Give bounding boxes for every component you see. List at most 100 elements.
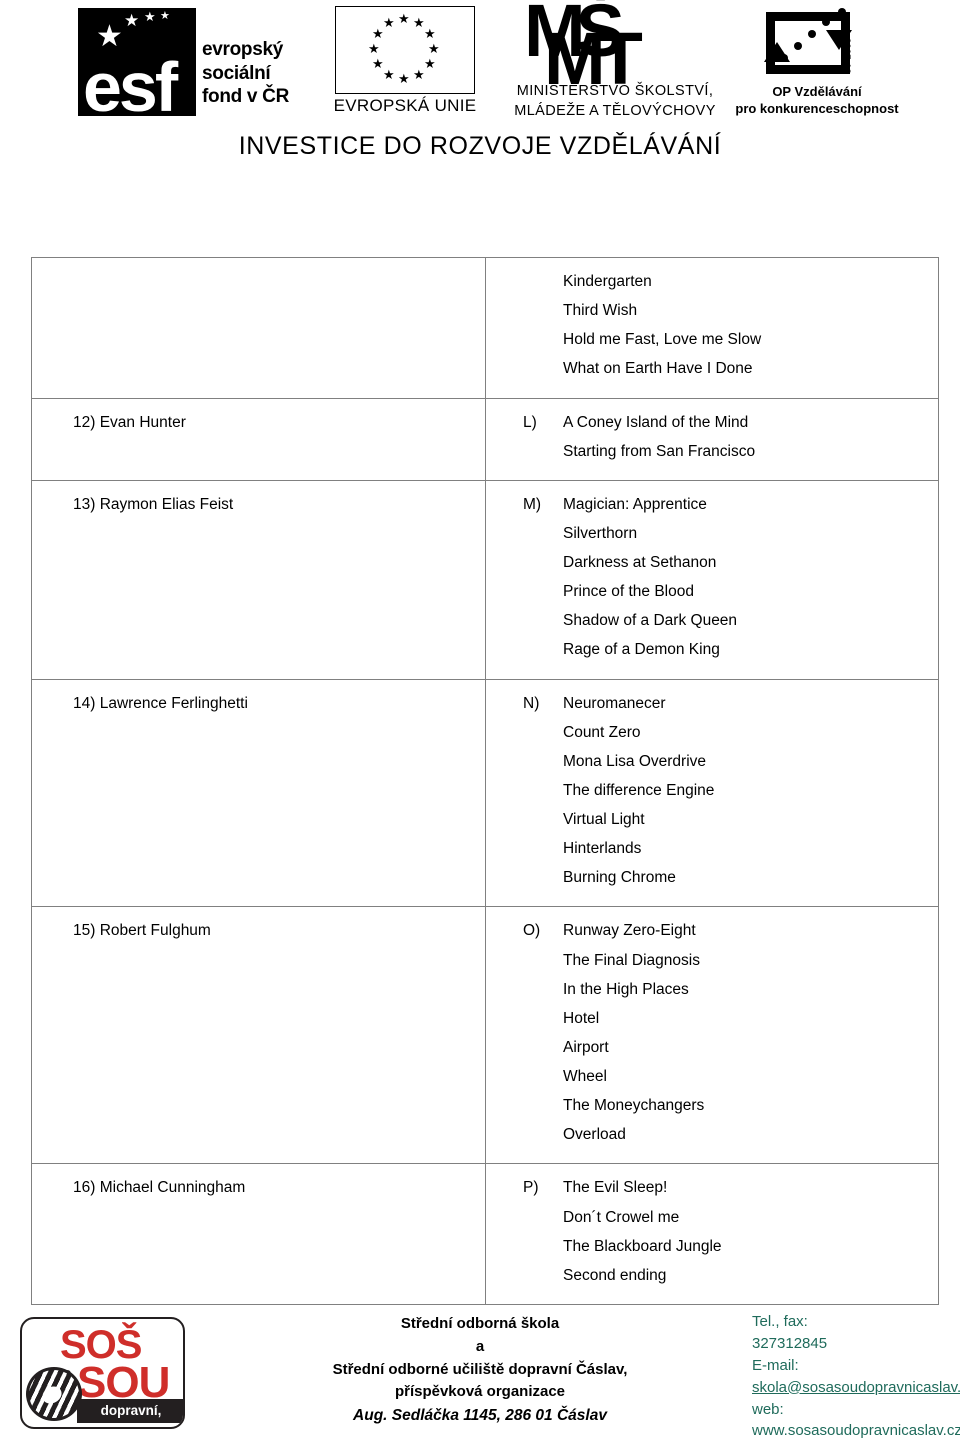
title-line: What on Earth Have I Done — [486, 354, 938, 383]
school-address-line-4: příspěvková organizace — [394, 1383, 566, 1401]
op-dot-icon — [794, 42, 802, 50]
book-title: Third Wish — [563, 302, 638, 320]
table-row: 15) Robert Fulghum O) Runway Zero-Eight Th… — [31, 906, 939, 1165]
title-marker — [523, 606, 563, 635]
title-marker — [523, 718, 563, 747]
title-marker — [523, 1004, 563, 1033]
tel-label: Tel., fax: — [752, 1313, 808, 1330]
title-line: The difference Engine — [486, 776, 938, 805]
eu-star-icon: ★ — [413, 66, 425, 82]
title-marker — [523, 1232, 563, 1261]
esf-logo: ★ ★ ★ ★ esf evropský sociální fond v ČR — [78, 8, 318, 122]
tel-value: 327312845 — [752, 1334, 828, 1352]
eu-flag-icon: ★ ★ ★ ★ ★ ★ ★ ★ ★ ★ ★ ★ — [335, 6, 475, 94]
title-marker: L) — [523, 413, 537, 431]
sos-sou-logo: SOŠ a SOU dopravní, Čáslav — [20, 1317, 185, 1429]
title-line: Shadow of a Dark Queen — [486, 606, 938, 635]
title-line: P) The Evil Sleep! — [486, 1173, 938, 1202]
email-link[interactable]: skola@sosasoudopravnicaslav.cz — [752, 1377, 960, 1399]
op-dot-icon — [808, 30, 816, 38]
title-marker — [523, 747, 563, 776]
title-marker — [523, 325, 563, 354]
titles-list: P) The Evil Sleep! Don´t Crowel me The Bl… — [486, 1164, 938, 1304]
author-cell: 13) Raymon Elias Feist — [31, 479, 486, 680]
book-title: The Moneychangers — [563, 1097, 705, 1115]
title-line: In the High Places — [486, 975, 938, 1004]
author-name: 13) Raymon Elias Feist — [73, 495, 234, 513]
titles-cell: L) A Coney Island of the Mind Starting fr… — [485, 397, 939, 481]
table-body: Kindergarten Third Wish Hold me Fast, Lo… — [31, 257, 939, 1305]
title-line: The Blackboard Jungle — [486, 1232, 938, 1261]
titles-cell: P) The Evil Sleep! Don´t Crowel me The Bl… — [485, 1163, 939, 1305]
op-arrow-up-icon — [764, 42, 790, 62]
book-title: The difference Engine — [563, 781, 715, 799]
author-cell: 15) Robert Fulghum — [31, 906, 486, 1165]
title-marker — [523, 863, 563, 892]
title-marker — [523, 519, 563, 548]
title-marker — [523, 267, 563, 296]
title-line: Starting from San Francisco — [486, 437, 938, 466]
eu-star-icon: ★ — [372, 26, 384, 41]
title-marker — [523, 834, 563, 863]
title-marker: O) — [523, 922, 541, 940]
op-logo-mark: 2007-13 — [760, 6, 858, 80]
table-row: 12) Evan Hunter L) A Coney Island of the M… — [31, 397, 939, 481]
esf-logo-mark: ★ ★ ★ ★ esf — [78, 8, 196, 122]
table-row: 14) Lawrence Ferlinghetti N) Neuromanecer … — [31, 678, 939, 908]
title-line: Virtual Light — [486, 805, 938, 834]
eu-flag-label: EVROPSKÁ UNIE — [333, 96, 477, 115]
school-address-line-2: a — [475, 1337, 485, 1355]
eu-star-icon: ★ — [423, 26, 436, 41]
eu-flag-logo: ★ ★ ★ ★ ★ ★ ★ ★ ★ ★ ★ ★ EVROPSKÁ UNIE — [325, 6, 476, 118]
eu-star-icon: ★ — [383, 15, 395, 31]
book-title: In the High Places — [563, 980, 689, 998]
titles-list: N) Neuromanecer Count Zero Mona Lisa Over… — [486, 680, 938, 907]
book-title: Hold me Fast, Love me Slow — [563, 331, 762, 349]
title-marker — [523, 805, 563, 834]
op-dot-icon — [838, 8, 846, 16]
book-title: Second ending — [563, 1266, 667, 1284]
title-line: Count Zero — [486, 718, 938, 747]
titles-cell: Kindergarten Third Wish Hold me Fast, Lo… — [485, 257, 939, 399]
header-logo-strip: ★ ★ ★ ★ esf evropský sociální fond v ČR … — [0, 0, 960, 185]
title-marker: N) — [523, 694, 540, 712]
titles-cell: O) Runway Zero-Eight The Final Diagnosis … — [485, 906, 939, 1165]
title-marker — [523, 975, 563, 1004]
web-value[interactable]: www.sosasoudopravnicaslav.cz — [752, 1420, 960, 1442]
book-title: Hotel — [563, 1009, 600, 1027]
title-marker — [523, 1120, 563, 1149]
book-title: Kindergarten — [563, 273, 652, 290]
title-line: M) Magician: Apprentice — [486, 490, 938, 519]
titles-list: L) A Coney Island of the Mind Starting fr… — [486, 399, 938, 480]
book-title: Wheel — [563, 1068, 607, 1085]
author-cell: 14) Lawrence Ferlinghetti — [31, 678, 486, 908]
title-line: Hinterlands — [486, 834, 938, 863]
eu-star-icon: ★ — [428, 41, 440, 56]
author-cell: 12) Evan Hunter — [31, 397, 486, 481]
op-logo-label: OP Vzdělávání pro konkurenceschopnost — [735, 84, 899, 116]
school-address-street: Aug. Sedláčka 1145, 286 01 Čáslav — [353, 1407, 607, 1425]
book-title: Mona Lisa Overdrive — [563, 752, 707, 770]
web-label: web: — [752, 1400, 784, 1418]
title-line: Wheel — [486, 1062, 938, 1091]
title-line: Overload — [486, 1120, 938, 1149]
title-line: O) Runway Zero-Eight — [486, 916, 938, 945]
eu-star-icon: ★ — [413, 15, 425, 31]
author-cell — [31, 257, 486, 399]
author-titles-table: Kindergarten Third Wish Hold me Fast, Lo… — [31, 257, 939, 1305]
title-marker — [523, 577, 563, 606]
book-title: Count Zero — [563, 723, 641, 741]
op-vzdelavani-logo: 2007-13 OP Vzdělávání pro konkurencescho… — [735, 6, 899, 118]
author-cell: 16) Michael Cunningham — [31, 1163, 486, 1305]
title-line: L) A Coney Island of the Mind — [486, 408, 938, 437]
eu-star-icon: ★ — [423, 56, 436, 71]
table-row: 16) Michael Cunningham P) The Evil Sleep! … — [31, 1163, 939, 1305]
book-title: Don´t Crowel me — [563, 1208, 680, 1226]
titles-cell: N) Neuromanecer Count Zero Mona Lisa Over… — [485, 678, 939, 908]
school-address: Střední odborná škola a Střední odborné … — [290, 1313, 670, 1428]
eu-star-icon: ★ — [368, 41, 380, 56]
page-footer: SOŠ a SOU dopravní, Čáslav Střední odbor… — [0, 1295, 960, 1441]
book-title: Shadow of a Dark Queen — [563, 612, 738, 630]
title-marker — [523, 437, 563, 466]
book-title: Neuromanecer — [563, 694, 666, 712]
